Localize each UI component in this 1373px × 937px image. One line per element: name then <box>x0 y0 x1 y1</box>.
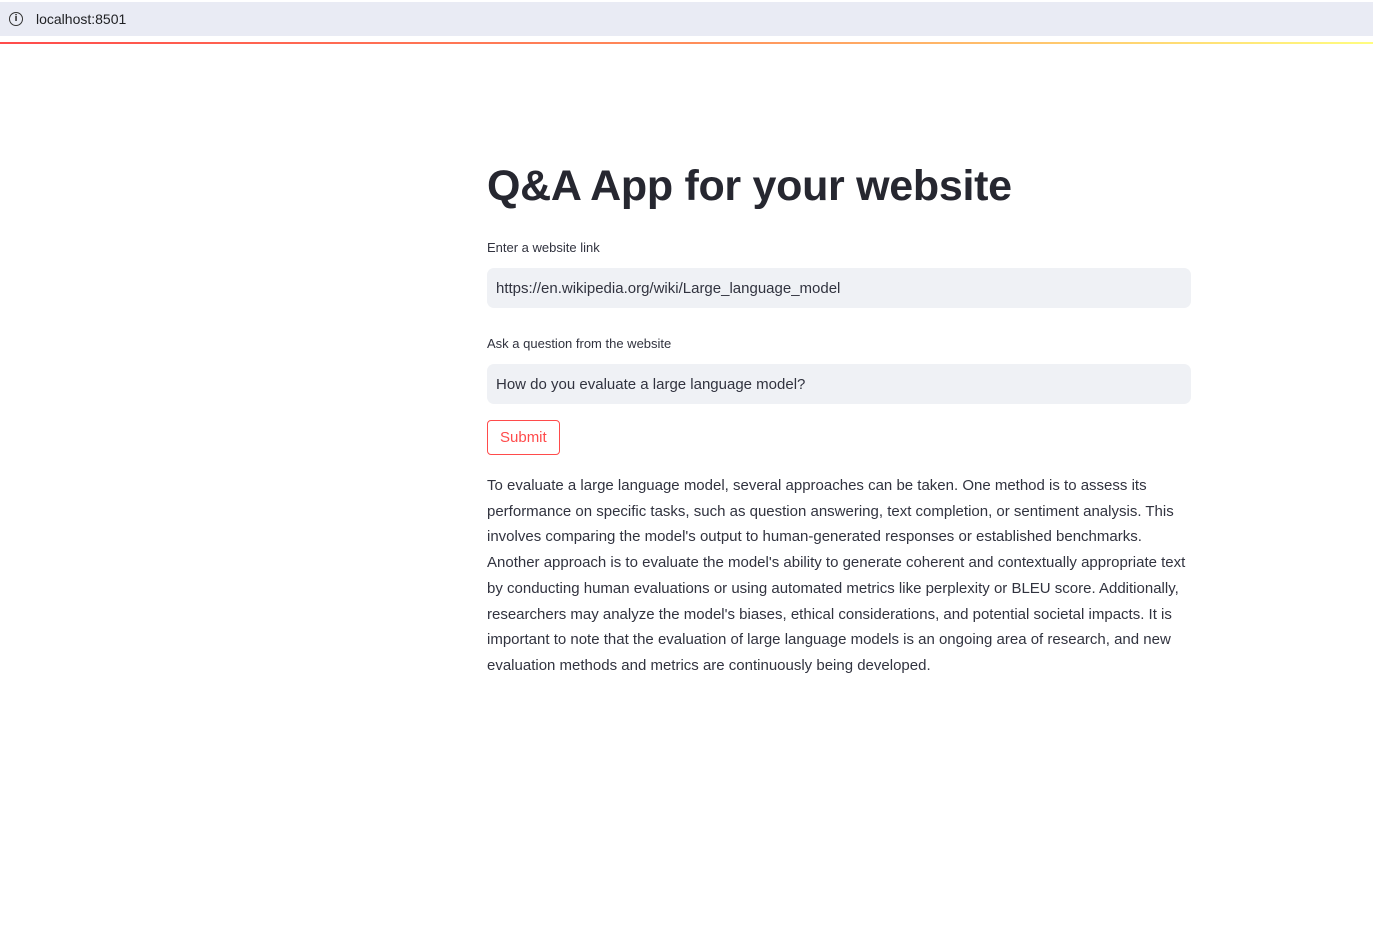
submit-button[interactable]: Submit <box>487 420 560 455</box>
page-title: Q&A App for your website <box>487 162 1012 210</box>
answer-text: To evaluate a large language model, seve… <box>487 477 1186 674</box>
header-decoration <box>0 42 1373 44</box>
website-link-input[interactable] <box>487 268 1191 308</box>
url-text[interactable]: localhost:8501 <box>36 11 126 27</box>
question-input[interactable] <box>487 364 1191 404</box>
question-label: Ask a question from the website <box>487 336 672 351</box>
info-icon[interactable]: i <box>9 12 23 26</box>
address-bar[interactable]: i localhost:8501 <box>0 2 1373 36</box>
website-link-label: Enter a website link <box>487 240 600 255</box>
main-content: Q&A App for your website Enter a website… <box>487 150 1191 679</box>
